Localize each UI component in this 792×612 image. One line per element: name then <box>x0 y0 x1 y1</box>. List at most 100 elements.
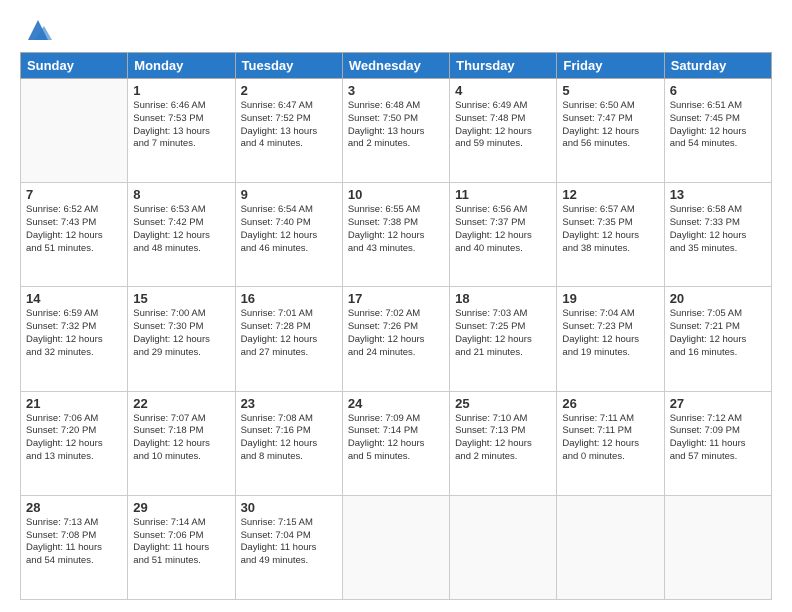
day-info: Sunrise: 6:50 AM Sunset: 7:47 PM Dayligh… <box>562 100 658 151</box>
day-number: 11 <box>455 187 551 202</box>
page: SundayMondayTuesdayWednesdayThursdayFrid… <box>0 0 792 612</box>
day-cell: 4 Sunrise: 6:49 AM Sunset: 7:48 PM Daylig… <box>450 79 557 183</box>
day-cell: 12 Sunrise: 6:57 AM Sunset: 7:35 PM Dayli… <box>557 183 664 287</box>
day-cell: 7 Sunrise: 6:52 AM Sunset: 7:43 PM Daylig… <box>21 183 128 287</box>
day-cell <box>664 495 771 599</box>
week-row-1: 7 Sunrise: 6:52 AM Sunset: 7:43 PM Daylig… <box>21 183 772 287</box>
day-cell: 13 Sunrise: 6:58 AM Sunset: 7:33 PM Dayli… <box>664 183 771 287</box>
week-row-4: 28 Sunrise: 7:13 AM Sunset: 7:08 PM Dayli… <box>21 495 772 599</box>
day-number: 28 <box>26 500 122 515</box>
header <box>20 16 772 44</box>
day-header-saturday: Saturday <box>664 53 771 79</box>
day-header-tuesday: Tuesday <box>235 53 342 79</box>
day-number: 12 <box>562 187 658 202</box>
day-number: 22 <box>133 396 229 411</box>
day-number: 6 <box>670 83 766 98</box>
day-number: 27 <box>670 396 766 411</box>
day-info: Sunrise: 7:01 AM Sunset: 7:28 PM Dayligh… <box>241 308 337 359</box>
day-cell <box>21 79 128 183</box>
day-cell: 8 Sunrise: 6:53 AM Sunset: 7:42 PM Daylig… <box>128 183 235 287</box>
day-number: 25 <box>455 396 551 411</box>
day-info: Sunrise: 7:10 AM Sunset: 7:13 PM Dayligh… <box>455 413 551 464</box>
day-info: Sunrise: 7:05 AM Sunset: 7:21 PM Dayligh… <box>670 308 766 359</box>
calendar-table: SundayMondayTuesdayWednesdayThursdayFrid… <box>20 52 772 600</box>
day-number: 7 <box>26 187 122 202</box>
day-info: Sunrise: 6:59 AM Sunset: 7:32 PM Dayligh… <box>26 308 122 359</box>
day-number: 15 <box>133 291 229 306</box>
day-info: Sunrise: 6:46 AM Sunset: 7:53 PM Dayligh… <box>133 100 229 151</box>
day-info: Sunrise: 6:49 AM Sunset: 7:48 PM Dayligh… <box>455 100 551 151</box>
day-cell: 14 Sunrise: 6:59 AM Sunset: 7:32 PM Dayli… <box>21 287 128 391</box>
day-cell: 20Sunrise: 7:05 AM Sunset: 7:21 PM Dayli… <box>664 287 771 391</box>
day-cell: 11 Sunrise: 6:56 AM Sunset: 7:37 PM Dayli… <box>450 183 557 287</box>
day-info: Sunrise: 6:55 AM Sunset: 7:38 PM Dayligh… <box>348 204 444 255</box>
logo <box>20 16 52 44</box>
day-info: Sunrise: 6:58 AM Sunset: 7:33 PM Dayligh… <box>670 204 766 255</box>
day-number: 26 <box>562 396 658 411</box>
day-number: 18 <box>455 291 551 306</box>
day-header-wednesday: Wednesday <box>342 53 449 79</box>
logo-icon <box>24 16 52 44</box>
day-number: 24 <box>348 396 444 411</box>
day-cell: 1Sunrise: 6:46 AM Sunset: 7:53 PM Daylig… <box>128 79 235 183</box>
day-info: Sunrise: 6:51 AM Sunset: 7:45 PM Dayligh… <box>670 100 766 151</box>
day-number: 13 <box>670 187 766 202</box>
day-cell: 6 Sunrise: 6:51 AM Sunset: 7:45 PM Daylig… <box>664 79 771 183</box>
day-info: Sunrise: 7:11 AM Sunset: 7:11 PM Dayligh… <box>562 413 658 464</box>
day-header-friday: Friday <box>557 53 664 79</box>
day-number: 2 <box>241 83 337 98</box>
day-info: Sunrise: 6:47 AM Sunset: 7:52 PM Dayligh… <box>241 100 337 151</box>
day-info: Sunrise: 7:14 AM Sunset: 7:06 PM Dayligh… <box>133 517 229 568</box>
day-cell: 24 Sunrise: 7:09 AM Sunset: 7:14 PM Dayli… <box>342 391 449 495</box>
day-cell: 30Sunrise: 7:15 AM Sunset: 7:04 PM Dayli… <box>235 495 342 599</box>
day-number: 29 <box>133 500 229 515</box>
day-cell <box>450 495 557 599</box>
day-number: 10 <box>348 187 444 202</box>
day-info: Sunrise: 7:08 AM Sunset: 7:16 PM Dayligh… <box>241 413 337 464</box>
day-cell: 29 Sunrise: 7:14 AM Sunset: 7:06 PM Dayli… <box>128 495 235 599</box>
day-info: Sunrise: 7:15 AM Sunset: 7:04 PM Dayligh… <box>241 517 337 568</box>
day-number: 4 <box>455 83 551 98</box>
day-cell: 25 Sunrise: 7:10 AM Sunset: 7:13 PM Dayli… <box>450 391 557 495</box>
day-number: 9 <box>241 187 337 202</box>
header-row: SundayMondayTuesdayWednesdayThursdayFrid… <box>21 53 772 79</box>
day-number: 3 <box>348 83 444 98</box>
day-cell: 16 Sunrise: 7:01 AM Sunset: 7:28 PM Dayli… <box>235 287 342 391</box>
day-cell: 26 Sunrise: 7:11 AM Sunset: 7:11 PM Dayli… <box>557 391 664 495</box>
day-cell: 3Sunrise: 6:48 AM Sunset: 7:50 PM Daylig… <box>342 79 449 183</box>
day-cell: 9 Sunrise: 6:54 AM Sunset: 7:40 PM Daylig… <box>235 183 342 287</box>
day-number: 23 <box>241 396 337 411</box>
day-number: 14 <box>26 291 122 306</box>
week-row-2: 14 Sunrise: 6:59 AM Sunset: 7:32 PM Dayli… <box>21 287 772 391</box>
day-cell: 15 Sunrise: 7:00 AM Sunset: 7:30 PM Dayli… <box>128 287 235 391</box>
day-info: Sunrise: 7:12 AM Sunset: 7:09 PM Dayligh… <box>670 413 766 464</box>
day-number: 5 <box>562 83 658 98</box>
day-info: Sunrise: 7:07 AM Sunset: 7:18 PM Dayligh… <box>133 413 229 464</box>
day-info: Sunrise: 6:57 AM Sunset: 7:35 PM Dayligh… <box>562 204 658 255</box>
week-row-0: 1Sunrise: 6:46 AM Sunset: 7:53 PM Daylig… <box>21 79 772 183</box>
day-info: Sunrise: 7:09 AM Sunset: 7:14 PM Dayligh… <box>348 413 444 464</box>
day-info: Sunrise: 7:13 AM Sunset: 7:08 PM Dayligh… <box>26 517 122 568</box>
day-cell: 28 Sunrise: 7:13 AM Sunset: 7:08 PM Dayli… <box>21 495 128 599</box>
day-info: Sunrise: 6:53 AM Sunset: 7:42 PM Dayligh… <box>133 204 229 255</box>
day-info: Sunrise: 7:06 AM Sunset: 7:20 PM Dayligh… <box>26 413 122 464</box>
day-number: 21 <box>26 396 122 411</box>
day-header-thursday: Thursday <box>450 53 557 79</box>
day-cell: 23 Sunrise: 7:08 AM Sunset: 7:16 PM Dayli… <box>235 391 342 495</box>
day-cell: 18 Sunrise: 7:03 AM Sunset: 7:25 PM Dayli… <box>450 287 557 391</box>
day-info: Sunrise: 7:00 AM Sunset: 7:30 PM Dayligh… <box>133 308 229 359</box>
day-cell <box>557 495 664 599</box>
day-number: 16 <box>241 291 337 306</box>
day-info: Sunrise: 7:03 AM Sunset: 7:25 PM Dayligh… <box>455 308 551 359</box>
day-cell: 5 Sunrise: 6:50 AM Sunset: 7:47 PM Daylig… <box>557 79 664 183</box>
day-info: Sunrise: 6:54 AM Sunset: 7:40 PM Dayligh… <box>241 204 337 255</box>
day-cell: 21 Sunrise: 7:06 AM Sunset: 7:20 PM Dayli… <box>21 391 128 495</box>
day-info: Sunrise: 7:02 AM Sunset: 7:26 PM Dayligh… <box>348 308 444 359</box>
day-number: 8 <box>133 187 229 202</box>
day-info: Sunrise: 7:04 AM Sunset: 7:23 PM Dayligh… <box>562 308 658 359</box>
day-number: 19 <box>562 291 658 306</box>
day-info: Sunrise: 6:56 AM Sunset: 7:37 PM Dayligh… <box>455 204 551 255</box>
day-info: Sunrise: 6:52 AM Sunset: 7:43 PM Dayligh… <box>26 204 122 255</box>
day-cell: 27 Sunrise: 7:12 AM Sunset: 7:09 PM Dayli… <box>664 391 771 495</box>
day-cell: 17Sunrise: 7:02 AM Sunset: 7:26 PM Dayli… <box>342 287 449 391</box>
